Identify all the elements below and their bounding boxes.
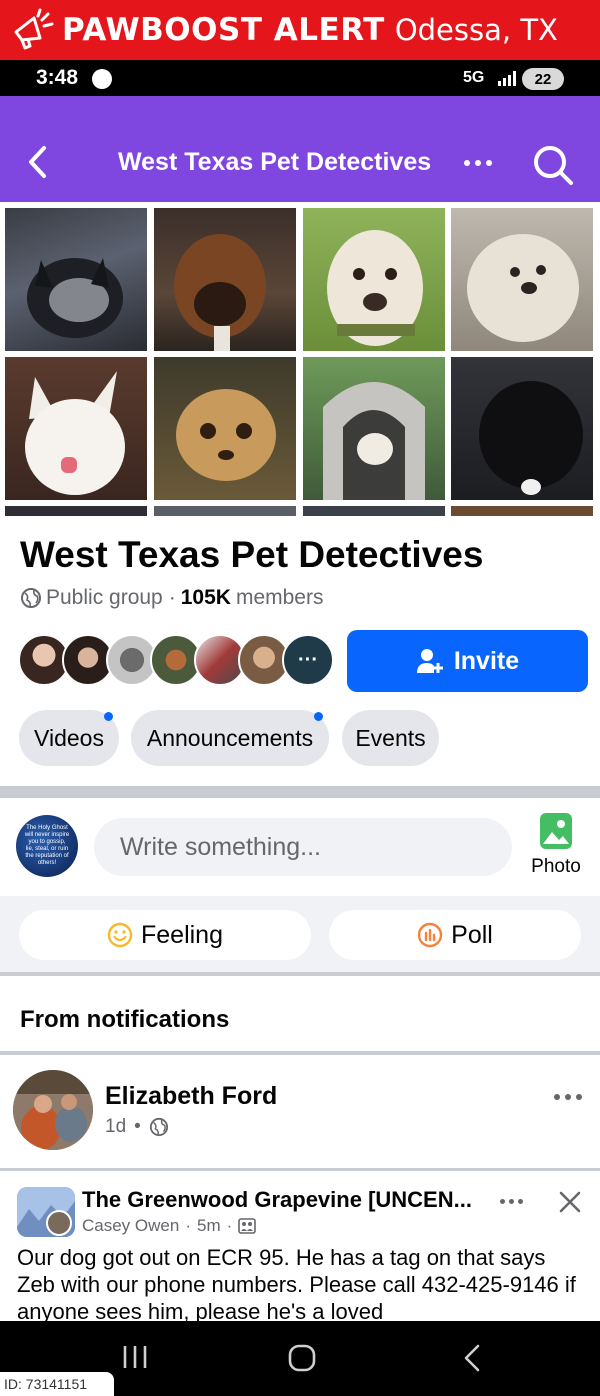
pet-photo — [5, 506, 147, 516]
post-options-icon[interactable] — [554, 1094, 582, 1100]
divider — [0, 972, 600, 976]
meta-dot: • — [134, 1116, 141, 1137]
photo-label: Photo — [531, 856, 581, 877]
pet-photo — [5, 208, 147, 351]
feeling-button[interactable]: Feeling — [19, 910, 311, 960]
pet-photo — [303, 208, 445, 351]
add-person-icon — [416, 649, 443, 673]
back-arrow-icon[interactable] — [26, 144, 50, 185]
alert-city: Odessa, TX — [394, 13, 558, 47]
feeling-label: Feeling — [141, 920, 223, 949]
pet-photo — [451, 506, 593, 516]
recent-apps-icon[interactable] — [121, 1343, 149, 1376]
post-author-avatar[interactable] — [13, 1070, 93, 1150]
divider — [0, 1051, 600, 1055]
alert-brand: PAWBOOST ALERT — [62, 12, 385, 48]
post-meta: 1d • — [105, 1116, 169, 1138]
globe-icon — [21, 588, 41, 608]
write-something-input[interactable]: Write something... — [94, 818, 512, 876]
battery-level: 22 — [534, 70, 552, 88]
home-icon[interactable] — [287, 1343, 317, 1378]
more-options-icon[interactable] — [464, 160, 492, 166]
pet-photo — [451, 357, 593, 500]
composer-placeholder: Write something... — [120, 832, 322, 861]
smiley-icon — [107, 922, 133, 948]
status-bar: 3:48 5G 22 — [0, 60, 600, 96]
avatar-caption: The Holy Ghost will never inspire you to… — [24, 825, 70, 866]
shared-post-text: Our dog got out on ECR 95. He has a tag … — [17, 1245, 576, 1324]
tab-videos[interactable]: Videos — [19, 710, 119, 766]
members-icon — [238, 1218, 257, 1234]
invite-button[interactable]: Invite — [347, 630, 588, 692]
post-author-name[interactable]: Elizabeth Ford — [105, 1082, 277, 1111]
screen: PAWBOOST ALERT Odessa, TX 3:48 5G 22 Wes… — [0, 0, 600, 1396]
poll-icon — [417, 922, 443, 948]
image-id-label: ID: 73141151 — [0, 1372, 114, 1396]
pet-photo — [303, 357, 445, 500]
post-time[interactable]: 1d — [105, 1116, 126, 1138]
group-name: West Texas Pet Detectives — [20, 534, 484, 575]
divider — [0, 1168, 600, 1171]
privacy-label: Public group — [46, 586, 163, 609]
shared-meta: Casey Owen · 5m · — [82, 1216, 257, 1236]
composer-actions: Feeling Poll — [0, 896, 600, 974]
group-header: West Texas Pet Detectives — [0, 96, 600, 202]
pawboost-alert-banner: PAWBOOST ALERT Odessa, TX — [0, 0, 600, 60]
tab-events[interactable]: Events — [342, 710, 439, 766]
poll-button[interactable]: Poll — [329, 910, 581, 960]
pet-photo — [5, 357, 147, 500]
signal-icon — [498, 70, 516, 86]
megaphone-icon — [6, 0, 58, 60]
back-icon[interactable] — [460, 1343, 484, 1378]
battery-indicator: 22 — [522, 68, 564, 90]
invite-label: Invite — [453, 646, 520, 675]
tab-label: Announcements — [146, 724, 314, 751]
divider — [0, 786, 600, 798]
new-content-dot — [104, 712, 113, 721]
globe-icon — [149, 1117, 168, 1137]
section-title: From notifications — [20, 1006, 230, 1033]
more-members-avatar[interactable]: ··· — [282, 634, 334, 686]
shared-author[interactable]: Casey Owen — [82, 1216, 179, 1236]
close-icon[interactable] — [558, 1190, 582, 1219]
shared-time[interactable]: 5m — [197, 1216, 221, 1236]
photo-icon — [540, 813, 572, 849]
shared-group-avatar[interactable] — [17, 1187, 75, 1237]
separator-dot: · — [168, 586, 176, 609]
tab-announcements[interactable]: Announcements — [131, 710, 329, 766]
member-label[interactable]: members — [236, 586, 324, 610]
user-avatar[interactable]: The Holy Ghost will never inspire you to… — [16, 815, 78, 877]
header-title: West Texas Pet Detectives — [118, 148, 432, 176]
photo-button[interactable]: Photo — [520, 812, 592, 888]
shared-options-icon[interactable] — [500, 1199, 523, 1204]
network-type: 5G — [463, 69, 485, 86]
status-time: 3:48 — [36, 66, 79, 89]
tab-label: Events — [355, 724, 426, 751]
member-count: 105K — [180, 586, 231, 609]
shared-group-name[interactable]: The Greenwood Grapevine [UNCEN... — [82, 1187, 472, 1213]
more-members-icon: ··· — [298, 648, 318, 671]
member-avatars[interactable]: ··· — [18, 634, 338, 688]
notification-icon — [92, 69, 112, 89]
pet-photo — [154, 506, 296, 516]
search-icon[interactable] — [532, 144, 574, 191]
pet-photo — [154, 208, 296, 351]
poll-label: Poll — [451, 920, 493, 949]
cover-photo-collage[interactable] — [0, 202, 600, 516]
pet-photo — [303, 506, 445, 516]
pet-photo — [154, 357, 296, 500]
group-meta: Public group · 105K members — [20, 586, 323, 610]
tab-label: Videos — [34, 724, 104, 751]
pet-photo — [451, 208, 593, 351]
new-content-dot — [314, 712, 323, 721]
